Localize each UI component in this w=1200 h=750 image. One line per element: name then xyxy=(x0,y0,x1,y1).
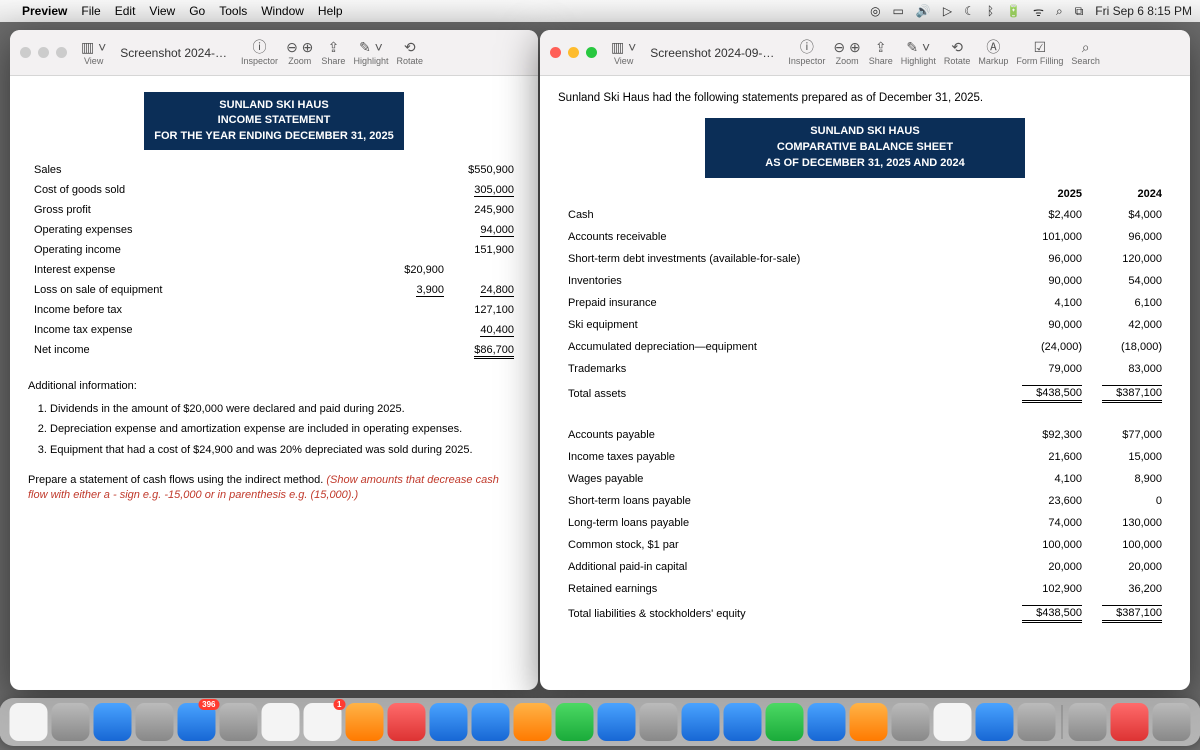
dock-trash[interactable] xyxy=(1153,703,1191,741)
control-center-icon[interactable]: ⧉ xyxy=(1075,4,1084,19)
search-icon[interactable]: ⌕ xyxy=(1056,4,1063,19)
battery-icon[interactable]: 🔋 xyxy=(1006,4,1021,18)
minimize-button[interactable] xyxy=(38,47,49,58)
menu-window[interactable]: Window xyxy=(261,4,304,18)
close-button[interactable] xyxy=(550,47,561,58)
toolbar-inspector[interactable]: ⓘInspector xyxy=(788,39,825,66)
instruction-text: Prepare a statement of cash flows using … xyxy=(28,473,520,504)
dock-word[interactable] xyxy=(724,703,762,741)
dock-preview[interactable] xyxy=(514,703,552,741)
dock-finder[interactable] xyxy=(10,703,48,741)
toolbar-zoom[interactable]: ⊖ ⊕Zoom xyxy=(833,39,860,66)
dock-calendar[interactable]: 1 xyxy=(304,703,342,741)
document-left: SUNLAND SKI HAUS INCOME STATEMENT FOR TH… xyxy=(10,76,538,690)
document-right: Sunland Ski Haus had the following state… xyxy=(540,76,1190,690)
dock: 396 1 xyxy=(0,698,1200,746)
additional-information: Additional information: Dividends in the… xyxy=(28,380,520,457)
dock-keynote[interactable] xyxy=(472,703,510,741)
dock-music[interactable] xyxy=(388,703,426,741)
income-statement-header: SUNLAND SKI HAUS INCOME STATEMENT FOR TH… xyxy=(144,92,404,150)
balance-sheet-caption: Sunland Ski Haus had the following state… xyxy=(558,92,1172,104)
dock-messages[interactable] xyxy=(262,703,300,741)
titlebar-left: ▥ ˅View Screenshot 2024-… ⓘInspector ⊖ ⊕… xyxy=(10,30,538,76)
menu-help[interactable]: Help xyxy=(318,4,343,18)
toolbar-zoom[interactable]: ⊖ ⊕Zoom xyxy=(286,39,313,66)
dock-photos[interactable] xyxy=(220,703,258,741)
toolbar-inspector[interactable]: ⓘInspector xyxy=(241,39,278,66)
play-icon[interactable]: ▷ xyxy=(943,4,952,18)
toolbar-rotate[interactable]: ⟲Rotate xyxy=(944,39,971,66)
preview-window-left: ▥ ˅View Screenshot 2024-… ⓘInspector ⊖ ⊕… xyxy=(10,30,538,690)
menu-go[interactable]: Go xyxy=(189,4,205,18)
toolbar-formfilling[interactable]: ☑Form Filling xyxy=(1016,39,1063,66)
display-icon[interactable]: ▭ xyxy=(893,4,904,18)
clock[interactable]: Fri Sep 6 8:15 PM xyxy=(1095,4,1192,18)
dock-safari[interactable] xyxy=(94,703,132,741)
minimize-button[interactable] xyxy=(568,47,579,58)
dock-appstore[interactable] xyxy=(430,703,468,741)
dock-folder[interactable] xyxy=(1069,703,1107,741)
window-title-left: Screenshot 2024-… xyxy=(120,46,227,60)
dock-clock[interactable] xyxy=(1018,703,1056,741)
toolbar-view[interactable]: ▥ ˅View xyxy=(611,39,636,66)
dock-mail[interactable]: 396 xyxy=(178,703,216,741)
dock-zoom[interactable] xyxy=(682,703,720,741)
toolbar-share[interactable]: ⇪Share xyxy=(321,39,345,66)
dock-facetime[interactable] xyxy=(556,703,594,741)
dock-notes[interactable] xyxy=(346,703,384,741)
toolbar-share[interactable]: ⇪Share xyxy=(869,39,893,66)
zoom-button[interactable] xyxy=(56,47,67,58)
dock-excel[interactable] xyxy=(766,703,804,741)
bluetooth-icon[interactable]: ᛒ xyxy=(987,4,994,18)
income-statement-table: Sales$550,900 Cost of goods sold305,000 … xyxy=(28,160,520,360)
menu-edit[interactable]: Edit xyxy=(115,4,136,18)
toolbar-rotate[interactable]: ⟲Rotate xyxy=(396,39,423,66)
toolbar-markup[interactable]: ⒶMarkup xyxy=(978,39,1008,66)
moon-icon[interactable]: ☾ xyxy=(964,4,975,18)
dock-app3[interactable] xyxy=(976,703,1014,741)
preview-window-right: ▥ ˅View Screenshot 2024-09-… ⓘInspector … xyxy=(540,30,1190,690)
balance-sheet-header: SUNLAND SKI HAUS COMPARATIVE BALANCE SHE… xyxy=(705,118,1025,178)
dock-app[interactable] xyxy=(598,703,636,741)
window-title-right: Screenshot 2024-09-… xyxy=(650,46,774,60)
toolbar-search[interactable]: ⌕Search xyxy=(1071,39,1100,66)
wifi-icon[interactable]: ᯤ xyxy=(1033,3,1044,20)
status-icon[interactable]: ◎ xyxy=(870,4,880,18)
menu-view[interactable]: View xyxy=(149,4,175,18)
dock-settings[interactable] xyxy=(640,703,678,741)
menu-file[interactable]: File xyxy=(81,4,100,18)
dock-calculator[interactable] xyxy=(892,703,930,741)
titlebar-right: ▥ ˅View Screenshot 2024-09-… ⓘInspector … xyxy=(540,30,1190,76)
toolbar-highlight[interactable]: ✎ ˅Highlight xyxy=(353,39,388,66)
dock-chrome[interactable] xyxy=(136,703,174,741)
toolbar-highlight[interactable]: ✎ ˅Highlight xyxy=(901,39,936,66)
menu-tools[interactable]: Tools xyxy=(219,4,247,18)
dock-launchpad[interactable] xyxy=(52,703,90,741)
dock-outlook[interactable] xyxy=(850,703,888,741)
balance-sheet-table: 20252024 Cash$2,400$4,000 Accounts recei… xyxy=(558,184,1172,628)
close-button[interactable] xyxy=(20,47,31,58)
volume-icon[interactable]: 🔊 xyxy=(916,4,931,18)
zoom-button[interactable] xyxy=(586,47,597,58)
menu-bar: Preview File Edit View Go Tools Window H… xyxy=(0,0,1200,22)
app-name[interactable]: Preview xyxy=(22,4,67,18)
toolbar-view[interactable]: ▥ ˅View xyxy=(81,39,106,66)
dock-app4[interactable] xyxy=(1111,703,1149,741)
dock-vscode[interactable] xyxy=(808,703,846,741)
dock-app2[interactable] xyxy=(934,703,972,741)
